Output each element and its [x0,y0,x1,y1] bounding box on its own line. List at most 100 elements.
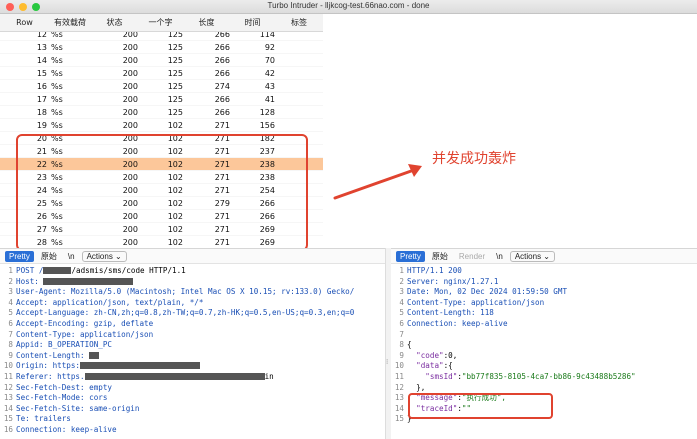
cell-payload: %s [51,81,63,91]
cell-length: 271 [214,120,230,130]
table-row[interactable]: 15 %s 200 125 266 42 [0,67,323,80]
table-row[interactable]: 19 %s 200 102 271 156 [0,119,323,132]
request-actions-label: Actions [86,251,113,261]
line-number: 9 [399,350,404,360]
chevron-down-icon: ⌄ [115,251,122,261]
request-tabs: Pretty 原始 \n Actions ⌄ [0,249,385,264]
cell-length: 274 [214,81,230,91]
drag-handle-icon[interactable]: ⁞ [386,358,388,366]
code-line: 2 Server: nginx/1.27.1 [391,277,697,288]
line-number: 15 [3,414,13,424]
window-title: Turbo Intruder - lljkcog-test.66nao.com … [267,1,430,10]
col-header-status[interactable]: 状态 [91,17,138,28]
cell-length: 266 [214,94,230,104]
cell-payload: %s [51,94,63,104]
code-text: { [407,340,412,350]
cell-status: 200 [122,107,138,117]
code-text: "code" [416,350,444,360]
col-header-row[interactable]: Row [0,18,49,27]
table-row[interactable]: 18 %s 200 125 266 128 [0,106,323,119]
code-text: Sec-Fetch-Dest: empty [16,382,113,392]
cell-row: 14 [36,55,47,65]
cell-row: 13 [36,42,47,52]
cell-time: 92 [264,42,275,52]
request-editor[interactable]: 1 POST / /adsmis/sms/code HTTP/1.1 2 Host: 3… [0,264,385,436]
table-row[interactable]: 16 %s 200 125 274 43 [0,80,323,93]
code-line: 9 Content-Length: [0,351,385,362]
code-line: 11 Referer: https. in [0,372,385,383]
cell-words: 102 [167,120,183,130]
cell-status: 200 [122,81,138,91]
col-header-label[interactable]: 标签 [275,17,323,28]
cell-payload: %s [51,107,63,117]
response-actions-dropdown[interactable]: Actions ⌄ [509,250,555,262]
window-titlebar: Turbo Intruder - lljkcog-test.66nao.com … [0,0,697,14]
line-number: 12 [3,382,13,392]
line-number: 8 [8,340,13,350]
table-row[interactable]: 14 %s 200 125 266 70 [0,54,323,67]
cell-time: 42 [264,68,275,78]
code-line: 6 Accept-Encoding: gzip, deflate [0,319,385,330]
line-number: 8 [399,340,404,350]
cell-status: 200 [122,55,138,65]
highlight-box-rows [16,134,308,251]
code-text: Connection: keep-alive [407,318,508,328]
cell-status: 200 [122,94,138,104]
response-tab-pretty[interactable]: Pretty [396,250,425,262]
cell-time: 128 [259,107,275,117]
line-number: 6 [8,318,13,328]
code-text: Referer: https. [16,371,85,381]
line-number: 14 [3,403,13,413]
code-text: /adsmis/sms/code HTTP/1.1 [71,266,186,275]
col-header-time[interactable]: 时间 [230,17,275,28]
line-number: 2 [8,276,13,286]
response-tab-raw[interactable]: 原始 [428,250,452,263]
code-line: 7 [391,330,697,341]
code-line: 3 User-Agent: Mozilla/5.0 (Macintosh; Int… [0,287,385,298]
code-text: HTTP/1.1 200 [407,266,462,275]
cell-words: 125 [167,94,183,104]
line-number: 4 [8,297,13,307]
code-text: "data" [416,361,444,371]
col-header-length[interactable]: 长度 [183,17,230,28]
line-number: 5 [399,308,404,318]
code-text: Accept-Language: zh-CN,zh;q=0.8,zh-TW;q=… [16,308,355,318]
code-text [43,277,134,285]
col-header-words[interactable]: 一个字 [138,17,183,28]
cell-status: 200 [122,120,138,130]
line-number: 7 [8,329,13,339]
cell-row: 17 [36,94,47,104]
request-tab-raw[interactable]: 原始 [37,250,61,263]
code-line: 12 }, [391,383,697,394]
line-number: 12 [394,382,404,392]
code-line: 14 Sec-Fetch-Site: same-origin [0,404,385,415]
code-text: :{ [443,361,453,371]
code-text: Te: trailers [16,414,71,424]
code-text: Content-Length: [16,350,90,360]
cell-row: 18 [36,107,47,117]
cell-length: 266 [214,42,230,52]
code-line: 2 Host: [0,277,385,288]
code-text: Accept: application/json, text/plain, */… [16,297,204,307]
cell-row: 19 [36,120,47,130]
cell-time: 156 [259,120,275,130]
response-tabs: Pretty 原始 Render \n Actions ⌄ [391,249,697,264]
request-tab-newline[interactable]: \n [64,251,79,262]
cell-payload: %s [51,55,63,65]
code-line: 5 Accept-Language: zh-CN,zh;q=0.8,zh-TW;q… [0,308,385,319]
code-line: 13 Sec-Fetch-Mode: cors [0,393,385,404]
cell-payload: %s [51,120,63,130]
response-tab-render[interactable]: Render [455,251,489,262]
table-row[interactable]: 13 %s 200 125 266 92 [0,41,323,54]
code-text: Appid: B_OPERATION_PC [16,340,113,350]
request-actions-dropdown[interactable]: Actions ⌄ [81,250,127,262]
code-line: 1 HTTP/1.1 200 [391,266,697,277]
request-tab-pretty[interactable]: Pretty [5,250,34,262]
response-tab-newline[interactable]: \n [492,251,507,262]
code-text: Host: [16,276,44,286]
col-header-payload[interactable]: 有效载荷 [49,17,91,28]
chevron-down-icon: ⌄ [543,251,550,261]
table-row[interactable]: 17 %s 200 125 266 41 [0,93,323,106]
